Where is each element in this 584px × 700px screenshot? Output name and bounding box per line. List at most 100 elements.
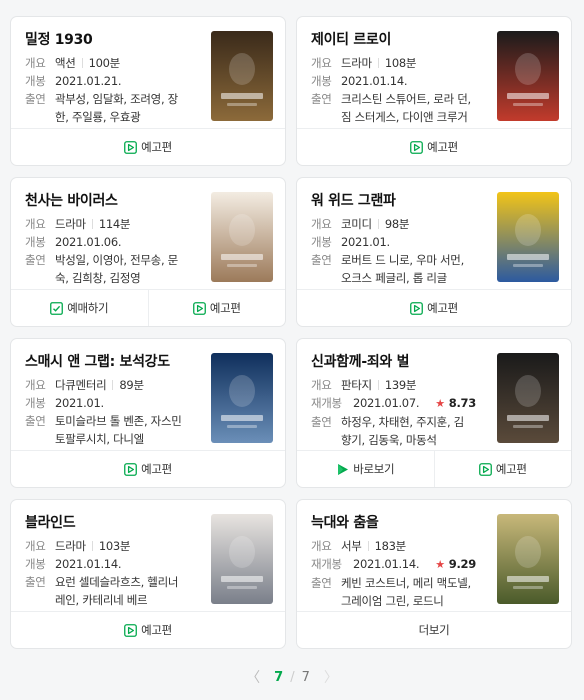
more-button[interactable]: 더보기 [297, 612, 571, 648]
movie-info: 스매시 앤 그랩: 보석강도 개요 다큐멘터리 89분 개봉 2021.01. 출연 토미슬라… [25, 351, 200, 448]
info-row: 개요 코미디 98분 [311, 215, 486, 233]
info-row: 개봉 2021.01.14. [25, 555, 200, 573]
action-label: 예고편 [427, 301, 458, 315]
movie-card: 스매시 앤 그랩: 보석강도 개요 다큐멘터리 89분 개봉 2021.01. 출연 토미슬라… [10, 338, 286, 488]
trailer-button[interactable]: 예고편 [11, 451, 285, 487]
booking-button[interactable]: 예매하기 [11, 290, 148, 326]
divider [91, 219, 93, 229]
movie-card: 늑대와 춤을 개요 서부 183분 재개봉 2021.01.14. ★ 9.29 출연 케빈 코스… [296, 499, 572, 649]
card-actions: 예고편 [11, 450, 285, 487]
divider [91, 541, 93, 551]
divider [112, 380, 114, 390]
info-label: 개봉 [311, 74, 332, 88]
runtime: 108분 [384, 56, 417, 70]
cast-value: 크리스틴 스튜어트, 로라 던, 짐 스터게스, 다이앤 크루거 [341, 92, 471, 124]
movie-info: 늑대와 춤을 개요 서부 183분 재개봉 2021.01.14. ★ 9.29 출연 케빈 코스… [311, 512, 486, 610]
release-value: 2021.01.14. ★ 9.29 [353, 555, 476, 574]
movie-info: 밀정 1930 개요 액션 100분 개봉 2021.01.21. 출연 곽부성, 임달화, … [25, 29, 200, 126]
release-value: 2021.01.14. [341, 72, 408, 90]
movie-title[interactable]: 신과함께-죄와 벌 [311, 351, 486, 371]
movie-info: 제이티 르로이 개요 드라마 108분 개봉 2021.01.14. 출연 크리스틴 스튜어트… [311, 29, 486, 126]
info-label: 개봉 [25, 74, 46, 88]
play-outline-icon [192, 301, 206, 315]
trailer-button[interactable]: 예고편 [11, 612, 285, 648]
movie-poster[interactable] [497, 514, 559, 604]
genre: 드라마 [55, 217, 86, 231]
cast-value: 박성일, 이영아, 전무송, 문숙, 김희창, 김정영 [55, 253, 178, 285]
info-row: 출연 토미슬라브 톨 벤존, 자스민 토팔루시치, 다니엘 [25, 412, 200, 448]
divider [425, 398, 429, 408]
release-value: 2021.01. [341, 233, 390, 251]
action-label: 더보기 [418, 623, 450, 637]
info-label: 출연 [311, 92, 332, 106]
play-outline-icon [124, 623, 137, 637]
movie-poster[interactable] [211, 514, 273, 604]
info-row: 개봉 2021.01.14. [311, 72, 486, 90]
movie-poster[interactable] [211, 31, 273, 121]
genre-value: 코미디 98분 [341, 215, 409, 233]
info-row: 개요 다큐멘터리 89분 [25, 376, 200, 394]
trailer-button[interactable]: 예고편 [147, 290, 286, 326]
release-date: 2021.01. [341, 235, 390, 249]
movie-title[interactable]: 밀정 1930 [25, 29, 200, 49]
genre: 드라마 [341, 56, 372, 70]
info-label: 개요 [311, 217, 332, 231]
release-value: 2021.01.14. [55, 555, 122, 573]
info-label: 재개봉 [311, 396, 342, 410]
trailer-button[interactable]: 예고편 [433, 451, 572, 487]
movie-title[interactable]: 워 위드 그랜파 [311, 190, 486, 210]
genre: 판타지 [341, 378, 372, 392]
divider [377, 58, 379, 68]
play-outline-icon [124, 462, 137, 476]
next-page-button[interactable]: 〉 [324, 667, 338, 687]
movie-poster[interactable] [211, 353, 273, 443]
action-label: 예고편 [495, 462, 527, 476]
movie-poster[interactable] [497, 31, 559, 121]
watch-now-button[interactable]: 바로보기 [297, 451, 434, 487]
release-value: 2021.01.06. [55, 233, 122, 251]
divider [377, 219, 379, 229]
movie-card: 천사는 바이러스 개요 드라마 114분 개봉 2021.01.06. 출연 박성일, 이영아… [10, 177, 286, 327]
info-label: 개봉 [25, 235, 46, 249]
movie-title[interactable]: 스매시 앤 그랩: 보석강도 [25, 351, 200, 371]
info-label: 개요 [311, 378, 332, 392]
info-row: 개요 액션 100분 [25, 54, 200, 72]
divider [377, 380, 379, 390]
movie-info: 블라인드 개요 드라마 103분 개봉 2021.01.14. 출연 요런 셀데슬라흐츠, 헬… [25, 512, 200, 609]
info-row: 재개봉 2021.01.14. ★ 9.29 [311, 555, 486, 574]
movie-poster[interactable] [497, 353, 559, 443]
movie-title[interactable]: 늑대와 춤을 [311, 512, 486, 532]
card-actions: 예고편 [11, 611, 285, 648]
info-row: 출연 하정우, 차태현, 주지훈, 김향기, 김동욱, 마동석 [311, 413, 486, 449]
movie-poster[interactable] [211, 192, 273, 282]
info-row: 개요 판타지 139분 [311, 376, 486, 394]
pagination: 〈 7 / 7 〉 [0, 667, 584, 687]
trailer-button[interactable]: 예고편 [11, 129, 285, 165]
info-label: 개요 [25, 539, 46, 553]
info-row: 개봉 2021.01. [311, 233, 486, 251]
trailer-button[interactable]: 예고편 [297, 290, 571, 326]
card-actions: 예매하기 예고편 [11, 289, 285, 326]
info-label: 출연 [311, 253, 332, 267]
movie-poster[interactable] [497, 192, 559, 282]
action-label: 예고편 [427, 140, 458, 154]
card-actions: 더보기 [297, 611, 571, 648]
release-date: 2021.01.14. [353, 557, 420, 571]
movie-title[interactable]: 제이티 르로이 [311, 29, 486, 49]
movie-title[interactable]: 천사는 바이러스 [25, 190, 200, 210]
prev-page-button[interactable]: 〈 [246, 667, 260, 687]
runtime: 114분 [98, 217, 131, 231]
trailer-button[interactable]: 예고편 [297, 129, 571, 165]
divider [425, 559, 429, 569]
ticket-check-icon [50, 301, 64, 315]
movie-card: 제이티 르로이 개요 드라마 108분 개봉 2021.01.14. 출연 크리스틴 스튜어트… [296, 16, 572, 166]
movie-title[interactable]: 블라인드 [25, 512, 200, 532]
divider [367, 541, 369, 551]
release-value: 2021.01.07. ★ 8.73 [353, 394, 476, 413]
play-outline-icon [410, 140, 423, 154]
card-actions: 바로보기 예고편 [297, 450, 571, 487]
release-date: 2021.01.07. [353, 396, 420, 410]
rating-score: 9.29 [448, 557, 476, 571]
page-separator: / [290, 669, 295, 685]
release-date: 2021.01.21. [55, 74, 122, 88]
